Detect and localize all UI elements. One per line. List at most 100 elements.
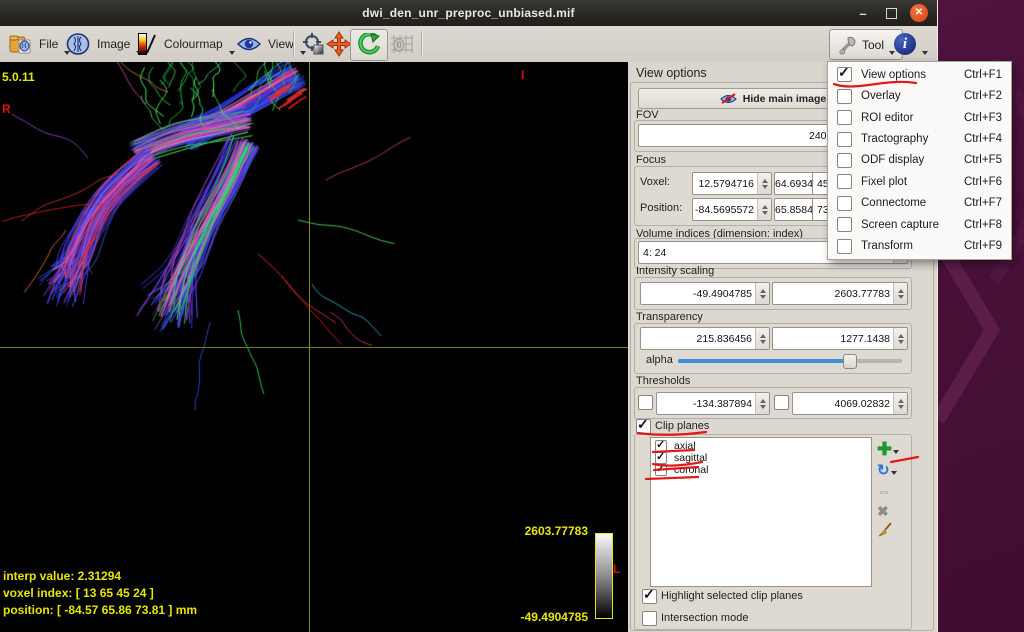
- clip-sagittal-label: sagittal: [674, 452, 707, 464]
- titlebar[interactable]: dwi_den_unr_preproc_unbiased.mif – ✕: [0, 0, 937, 26]
- move-arrows-icon: [326, 31, 352, 57]
- crosshair-horizontal: [0, 347, 628, 348]
- spin-arrows-icon[interactable]: [757, 173, 771, 194]
- spin-arrows-icon[interactable]: [755, 393, 769, 414]
- voxel-x-spinbox[interactable]: 12.5794716: [692, 172, 772, 195]
- file-button-label: File: [39, 37, 58, 51]
- crosshair-icon: [302, 32, 324, 56]
- app-window: dwi_den_unr_preproc_unbiased.mif – ✕ Fil…: [0, 0, 938, 632]
- close-button[interactable]: ✕: [909, 0, 929, 26]
- spin-arrows-icon[interactable]: [893, 328, 907, 349]
- alpha-slider-fill: [678, 359, 848, 363]
- intensity-min-spinbox[interactable]: -49.4904785: [640, 282, 770, 305]
- colourmap-button[interactable]: Colourmap: [132, 29, 239, 59]
- info-dropdown-arrow-icon: [922, 51, 928, 55]
- spin-arrows-icon[interactable]: [757, 199, 771, 220]
- transparency-label: Transparency: [636, 311, 703, 323]
- toolbar: File Image Colourmap: [0, 26, 937, 63]
- intersection-mode-label: Intersection mode: [661, 612, 748, 624]
- threshold-min-spinbox[interactable]: -134.387894: [656, 392, 770, 415]
- menu-item-overlay[interactable]: Overlay Ctrl+F2: [828, 86, 1011, 107]
- broom-icon: [877, 521, 894, 538]
- close-icon: ✕: [910, 4, 928, 22]
- image-button-label: Image: [97, 37, 130, 51]
- maximize-icon: [886, 8, 897, 19]
- orientation-left-marker: R: [2, 102, 11, 116]
- thresholds-label: Thresholds: [636, 375, 690, 387]
- clip-planes-label: Clip planes: [655, 420, 709, 432]
- alpha-slider-handle[interactable]: [843, 354, 857, 369]
- spin-arrows-icon[interactable]: [893, 283, 907, 304]
- menu-item-roi-editor[interactable]: ROI editor Ctrl+F3: [828, 107, 1011, 128]
- clip-coronal-label: coronal: [674, 464, 708, 476]
- info-icon: i: [894, 33, 916, 55]
- maximize-button[interactable]: [881, 0, 901, 26]
- orientation-top-marker: I: [521, 68, 524, 82]
- clip-plane-row-sagittal[interactable]: sagittal: [651, 452, 871, 464]
- intensity-max-spinbox[interactable]: 2603.77783: [772, 282, 908, 305]
- colourmap-icon: [136, 31, 158, 57]
- spin-arrows-icon[interactable]: [893, 393, 907, 414]
- threshold-max-spinbox[interactable]: 4069.02832: [792, 392, 908, 415]
- status-voxel-index: voxel index: [ 13 65 45 24 ]: [3, 586, 154, 600]
- eye-hidden-icon: [720, 93, 737, 105]
- brain-icon: [66, 32, 91, 56]
- transparency-max-spinbox[interactable]: 1277.1438: [772, 327, 908, 350]
- menu-item-screen-capture[interactable]: Screen capture Ctrl+F8: [828, 214, 1011, 235]
- hide-main-image-label: Hide main image: [743, 93, 826, 105]
- minimize-button[interactable]: –: [853, 0, 873, 26]
- clip-planes-checkbox[interactable]: [636, 419, 651, 434]
- invert-clip-plane-button[interactable]: ⇔: [877, 482, 897, 500]
- position-label: Position:: [640, 202, 682, 214]
- tool-button-label: Tool: [862, 38, 884, 52]
- clip-coronal-checkbox[interactable]: [655, 464, 667, 476]
- toolbar-separator: [293, 31, 294, 57]
- transparency-min-spinbox[interactable]: 215.836456: [640, 327, 770, 350]
- highlight-clip-planes-checkbox[interactable]: [642, 589, 657, 604]
- voxel-label: Voxel:: [640, 176, 670, 188]
- info-button[interactable]: i: [890, 29, 932, 59]
- rotate-mode-button[interactable]: [350, 29, 388, 61]
- intensity-scaling-label: Intensity scaling: [636, 265, 714, 277]
- minimize-icon: –: [859, 6, 866, 21]
- menu-item-tractography[interactable]: Tractography Ctrl+F4: [828, 129, 1011, 150]
- spin-arrows-icon[interactable]: [755, 328, 769, 349]
- clear-clip-planes-button[interactable]: [877, 520, 897, 538]
- clip-planes-list[interactable]: axial sagittal coronal: [650, 437, 872, 587]
- focus-label: Focus: [636, 154, 666, 166]
- alpha-label: alpha: [646, 354, 673, 366]
- toolbar-separator-2: [421, 31, 422, 57]
- voxel-edit-button[interactable]: [386, 29, 418, 59]
- version-label: 5.0.11: [2, 70, 35, 84]
- menu-item-fixel-plot[interactable]: Fixel plot Ctrl+F6: [828, 171, 1011, 192]
- threshold-min-checkbox[interactable]: [638, 395, 653, 410]
- menu-item-odf-display[interactable]: ODF display Ctrl+F5: [828, 150, 1011, 171]
- view-button-label: View: [268, 37, 294, 51]
- delete-clip-plane-button[interactable]: ✖: [877, 502, 897, 520]
- clip-axial-label: axial: [674, 440, 696, 452]
- menu-item-view-options[interactable]: View options Ctrl+F1: [828, 64, 1011, 85]
- menu-item-transform[interactable]: Transform Ctrl+F9: [828, 236, 1011, 257]
- intersection-mode-checkbox[interactable]: [642, 611, 657, 626]
- status-position: position: [ -84.57 65.86 73.81 ] mm: [3, 603, 197, 617]
- status-interp-value: interp value: 2.31294: [3, 569, 121, 583]
- intensity-colorbar: [595, 533, 613, 619]
- spin-arrows-icon[interactable]: [755, 283, 769, 304]
- clip-plane-row-axial[interactable]: axial: [651, 440, 871, 452]
- highlight-clip-planes-label: Highlight selected clip planes: [661, 590, 803, 602]
- colorbar-max-label: 2603.77783: [0, 524, 588, 538]
- rotate-arrow-icon: [357, 33, 381, 57]
- add-clip-plane-button[interactable]: ✚: [877, 440, 897, 458]
- render-viewport[interactable]: 5.0.11 R I 2603.77783 -49.4904785 L inte…: [0, 62, 628, 632]
- window-title: dwi_den_unr_preproc_unbiased.mif: [0, 0, 937, 26]
- reset-clip-plane-button[interactable]: ↻: [877, 461, 897, 479]
- panel-title: View options: [636, 66, 707, 80]
- menu-item-connectome[interactable]: Connectome Ctrl+F7: [828, 193, 1011, 214]
- threshold-max-checkbox[interactable]: [774, 395, 789, 410]
- tool-dropdown-menu: View options Ctrl+F1 Overlay Ctrl+F2 ROI…: [827, 61, 1012, 260]
- menu-check-view-options: [837, 67, 852, 82]
- wrench-icon: [837, 35, 857, 55]
- position-x-spinbox[interactable]: -84.5695572: [692, 198, 772, 221]
- eye-icon: [236, 35, 262, 53]
- clip-plane-row-coronal[interactable]: coronal: [651, 464, 871, 476]
